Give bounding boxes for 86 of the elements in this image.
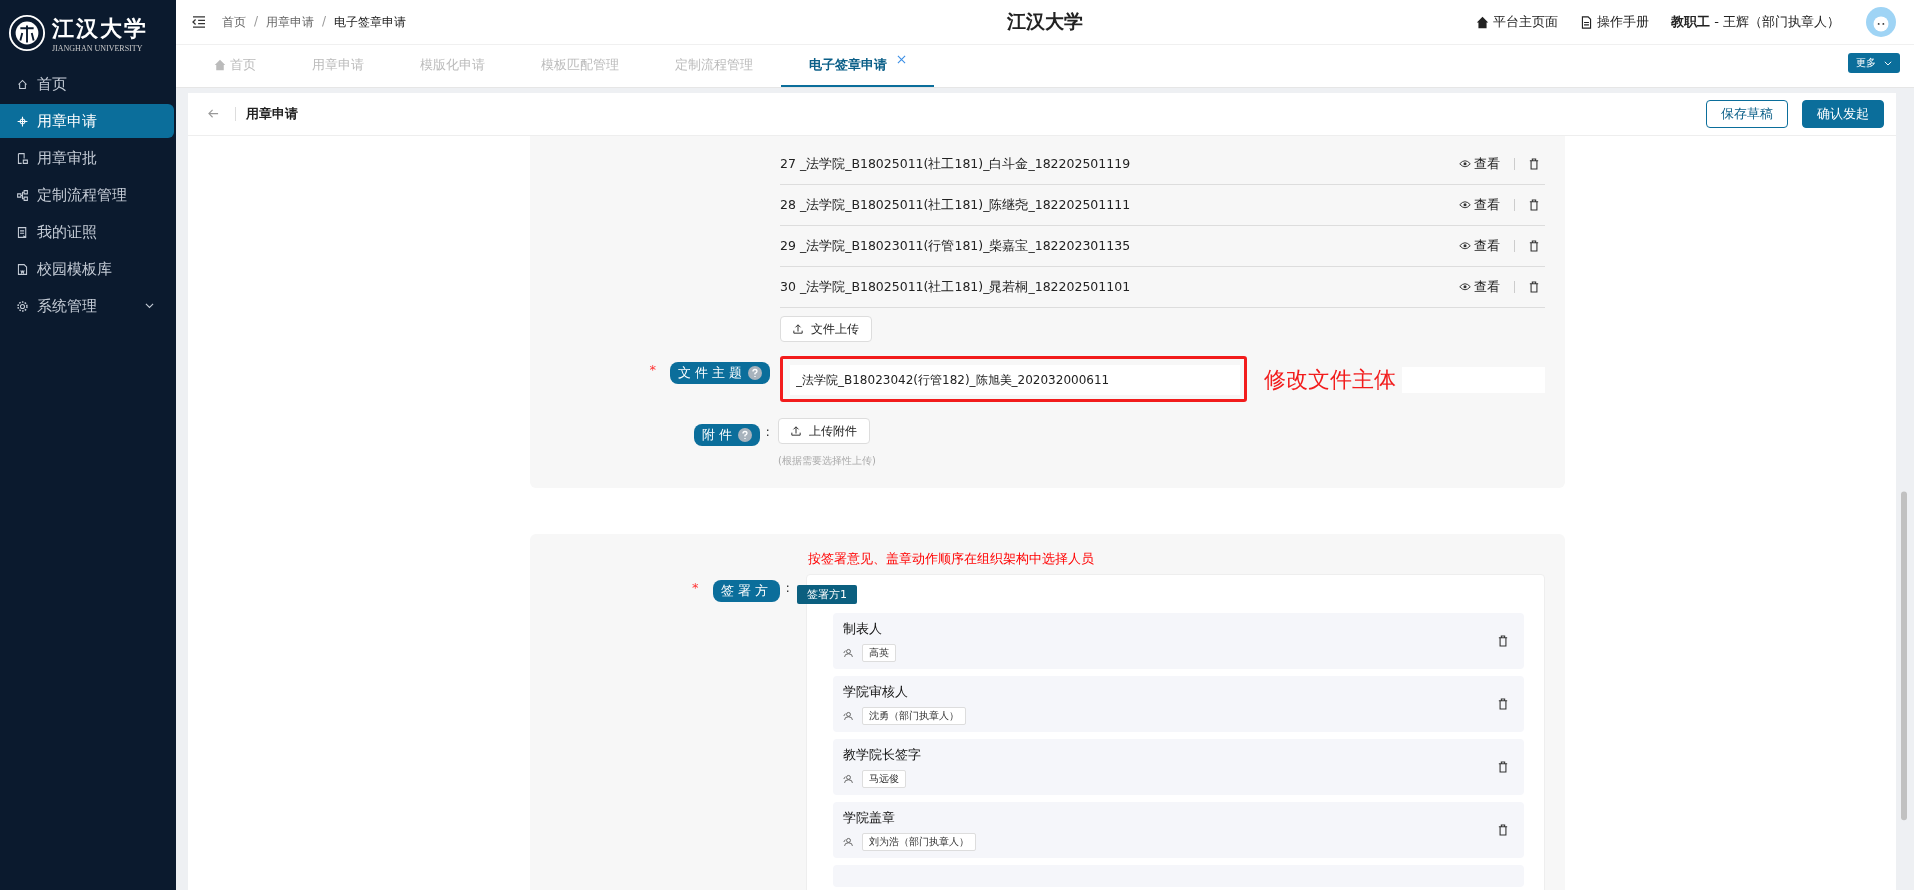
field-label: 附件 <box>693 424 760 446</box>
step-title: 制表人 <box>843 620 883 638</box>
university-name: 江汉大学 <box>52 13 148 43</box>
upload-icon <box>791 426 801 436</box>
home-icon <box>214 59 226 71</box>
delete-icon[interactable] <box>1498 698 1508 710</box>
home-icon <box>1476 15 1490 29</box>
menu-item-icon <box>16 262 29 276</box>
file-upload-button[interactable]: 文件上传 <box>780 316 872 342</box>
breadcrumb-link[interactable]: 用章申请 <box>266 13 315 31</box>
delete-icon[interactable] <box>1529 240 1539 252</box>
delete-icon[interactable] <box>1498 635 1508 647</box>
step-title: 学院审核人 <box>843 683 909 701</box>
label-colon: : <box>785 580 790 595</box>
step-title: 教学院长签字 <box>843 746 922 764</box>
party-tag: 签署方1 <box>797 585 857 604</box>
delete-icon[interactable] <box>1529 281 1539 293</box>
person-tag: 马远俊 <box>862 770 906 788</box>
attachment-upload-button[interactable]: 上传附件 <box>778 418 870 444</box>
delete-icon[interactable] <box>1529 158 1539 170</box>
people-icon <box>843 774 854 784</box>
delete-icon[interactable] <box>1529 199 1539 211</box>
chevron-down-icon <box>145 303 154 309</box>
sidebar-item[interactable]: 我的证照 <box>0 215 174 249</box>
help-icon[interactable] <box>737 428 752 442</box>
document-icon <box>1580 15 1594 29</box>
menu-item-icon <box>16 225 29 239</box>
file-name: 28 _法学院_B18025011(社工181)_陈继尧_182202501111 <box>780 196 1132 214</box>
sidebar-item[interactable]: 用章申请 <box>0 104 174 138</box>
people-icon <box>843 837 854 847</box>
view-link[interactable]: 查看 <box>1459 237 1500 255</box>
sidebar-item[interactable]: 定制流程管理 <box>0 178 174 212</box>
close-icon[interactable] <box>897 55 906 64</box>
breadcrumb-separator: / <box>254 13 259 30</box>
eye-icon <box>1459 242 1471 250</box>
people-icon <box>843 648 854 658</box>
view-link[interactable]: 查看 <box>1459 278 1500 296</box>
delete-icon[interactable] <box>1498 824 1508 836</box>
back-arrow-icon[interactable] <box>208 109 219 119</box>
instruction-text: 按签署意见、盖章动作顺序在组织架构中选择人员 <box>808 550 1095 568</box>
upload-icon <box>793 324 803 334</box>
menu-item-icon <box>16 114 29 128</box>
sidebar-item[interactable]: 首页 <box>0 67 174 101</box>
eye-icon <box>1459 160 1471 168</box>
help-icon[interactable] <box>748 366 762 380</box>
breadcrumb-link[interactable]: 首页 <box>222 13 246 31</box>
eye-icon <box>1459 201 1471 209</box>
field-label: 签署方 <box>712 580 780 602</box>
sidebar-item[interactable]: 系统管理 <box>0 289 174 323</box>
label-colon: : <box>765 424 770 439</box>
view-link[interactable]: 查看 <box>1459 196 1500 214</box>
confirm-button[interactable]: 确认发起 <box>1802 100 1884 128</box>
required-mark: * <box>692 580 699 595</box>
manual-link[interactable]: 操作手册 <box>1580 13 1650 31</box>
university-emblem-icon <box>8 14 46 52</box>
menu-item-icon <box>16 188 29 202</box>
more-dropdown-button[interactable]: 更多 <box>1848 53 1900 73</box>
sidebar-item[interactable]: 校园模板库 <box>0 252 174 286</box>
file-name: 27 _法学院_B18025011(社工181)_白斗金_182202501119 <box>780 155 1132 173</box>
menu-item-icon <box>16 77 29 91</box>
people-icon <box>843 711 854 721</box>
required-mark: * <box>649 362 656 377</box>
sidebar-item[interactable]: 用章审批 <box>0 141 174 175</box>
file-name: 29 _法学院_B18023011(行管181)_柴嘉宝_182202301135 <box>780 237 1132 255</box>
chevron-down-icon <box>1884 60 1892 66</box>
page-title: 用章申请 <box>246 105 298 123</box>
user-name[interactable]: 教职工 - 王辉（部门执章人） <box>1671 13 1840 31</box>
save-draft-button[interactable]: 保存草稿 <box>1706 100 1788 128</box>
step-title: 学院盖章 <box>843 809 896 827</box>
subject-input[interactable]: _法学院_B18023042(行管182)_陈旭美_202032000611 <box>790 365 1240 395</box>
delete-icon[interactable] <box>1498 761 1508 773</box>
field-label: 文件主题 <box>670 362 770 384</box>
person-tag: 刘为浩（部门执章人） <box>862 833 976 851</box>
menu-item-icon <box>16 151 29 165</box>
university-subtitle: JIANGHAN UNIVERSITY <box>52 43 144 53</box>
platform-home-link[interactable]: 平台主页面 <box>1476 13 1559 31</box>
tab[interactable]: 电子签章申请 <box>781 45 934 87</box>
file-name: 30 _法学院_B18025011(社工181)_晁若桐_182202501101 <box>780 278 1132 296</box>
eye-icon <box>1459 283 1471 291</box>
person-tag: 沈勇（部门执章人） <box>862 707 966 725</box>
app-title: 江汉大学 <box>1007 9 1083 34</box>
gear-icon <box>16 299 29 313</box>
menu-fold-icon[interactable] <box>192 16 206 28</box>
view-link[interactable]: 查看 <box>1459 155 1500 173</box>
person-tag: 高英 <box>862 644 896 662</box>
breadcrumb-separator: / <box>322 13 327 30</box>
